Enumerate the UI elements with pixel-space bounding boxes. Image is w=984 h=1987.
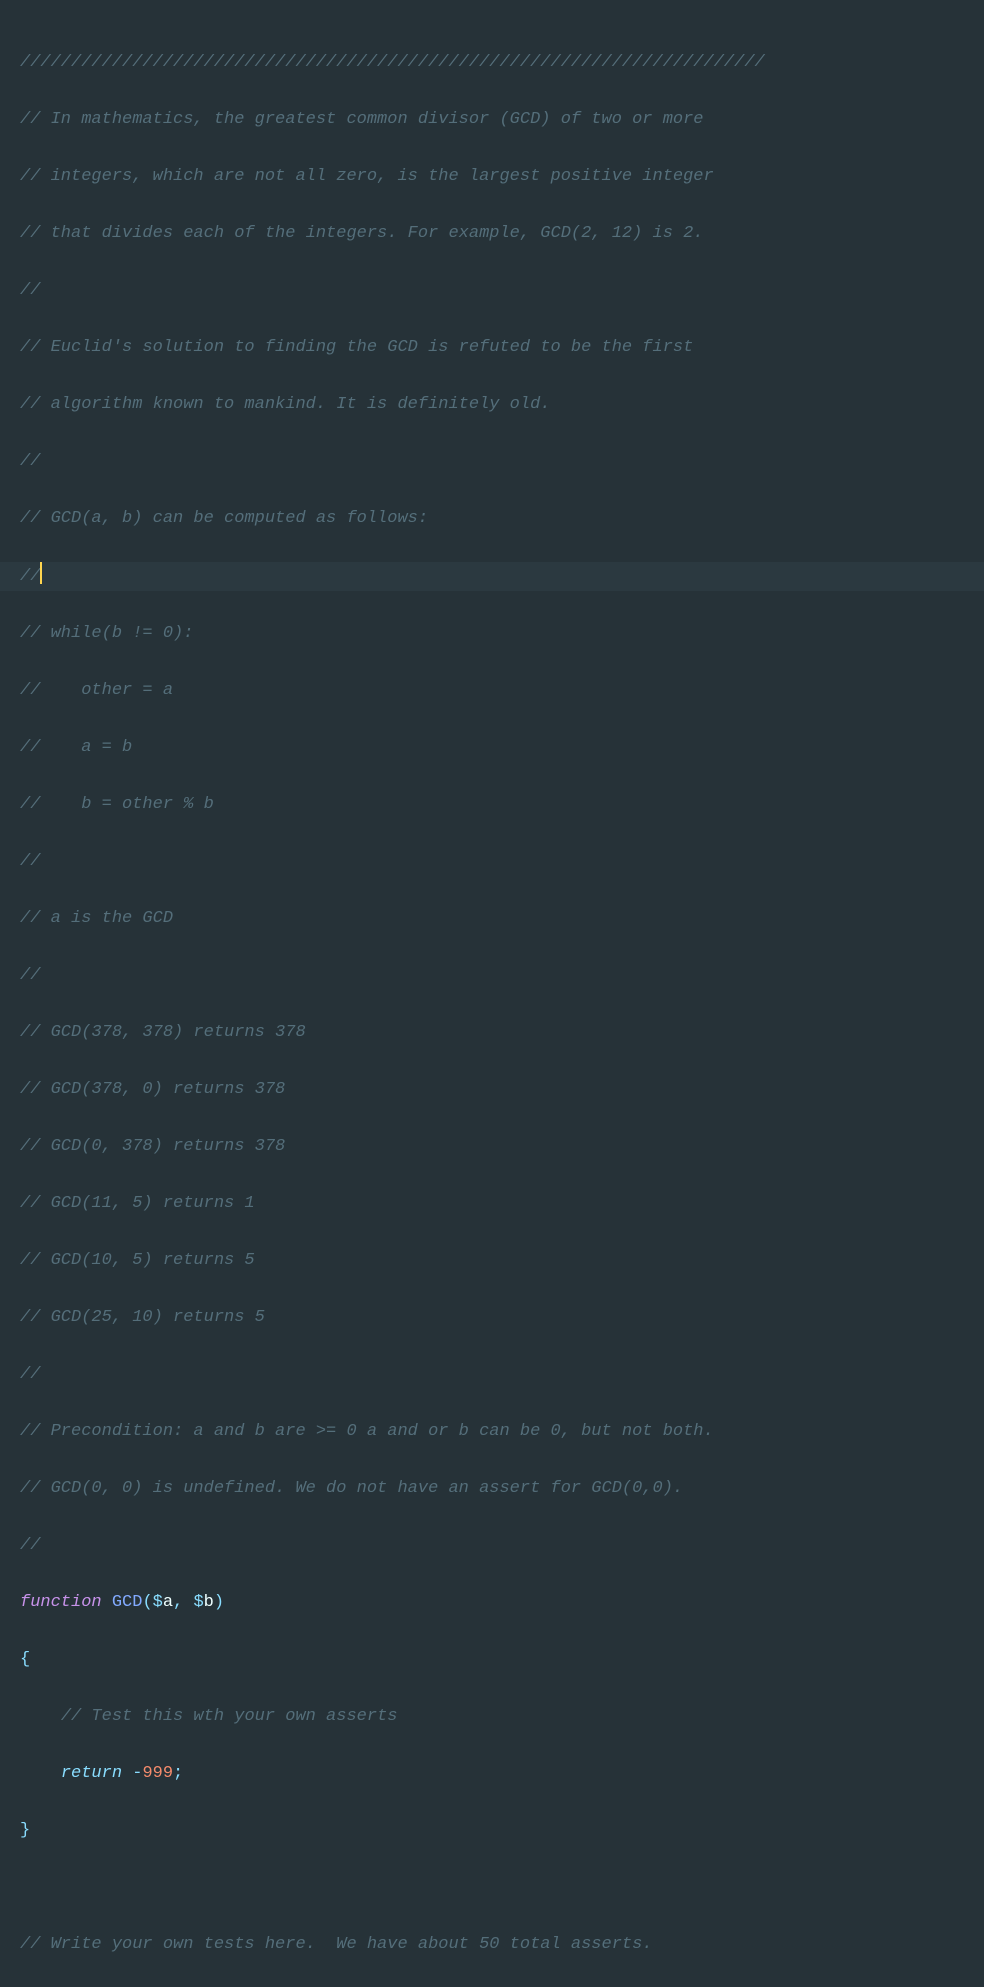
brace-close-line: }	[20, 1817, 984, 1846]
param-b: b	[204, 1593, 214, 1612]
return-line: return -999;	[20, 1760, 984, 1789]
current-line: //	[0, 562, 984, 592]
blank-line	[20, 1874, 984, 1903]
text-cursor	[40, 562, 42, 584]
brace-open: {	[20, 1650, 30, 1669]
comment-line: // a is the GCD	[20, 905, 984, 934]
comment-line: // Precondition: a and b are >= 0 a and …	[20, 1418, 984, 1447]
comment-line: // GCD(10, 5) returns 5	[20, 1247, 984, 1276]
keyword-return: return	[61, 1764, 122, 1783]
comment-text: // Test this wth your own asserts	[61, 1707, 398, 1726]
var-sigil: $	[153, 1593, 163, 1612]
comment-line: // algorithm known to mankind. It is def…	[20, 391, 984, 420]
comment-line: // GCD(378, 0) returns 378	[20, 1076, 984, 1105]
paren-open: (	[142, 1593, 152, 1612]
comment-line: // a = b	[20, 734, 984, 763]
comment-line: // GCD(0, 0) is undefined. We do not hav…	[20, 1475, 984, 1504]
comment-line: // GCD(25, 10) returns 5	[20, 1304, 984, 1333]
comma: ,	[173, 1593, 183, 1612]
keyword-function: function	[20, 1593, 102, 1612]
comment-line: //	[20, 448, 984, 477]
comment-line: // In mathematics, the greatest common d…	[20, 106, 984, 135]
comment-line: // GCD(378, 378) returns 378	[20, 1019, 984, 1048]
comment-line: ////////////////////////////////////////…	[20, 49, 984, 78]
comment-line: //	[20, 277, 984, 306]
brace-close: }	[20, 1821, 30, 1840]
comment-line: // b = other % b	[20, 791, 984, 820]
comment-line: //	[20, 962, 984, 991]
comment-line: // GCD(0, 378) returns 378	[20, 1133, 984, 1162]
brace-open-line: {	[20, 1646, 984, 1675]
minus-sign: -	[132, 1764, 142, 1783]
number-literal: 999	[142, 1764, 173, 1783]
function-declaration-line: function GCD($a, $b)	[20, 1589, 984, 1618]
comment-line: //	[20, 1361, 984, 1390]
comment-line: // Euclid's solution to finding the GCD …	[20, 334, 984, 363]
comment-line: // other = a	[20, 677, 984, 706]
semicolon: ;	[173, 1764, 183, 1783]
comment-text: //	[20, 567, 40, 586]
comment-line: // GCD(11, 5) returns 1	[20, 1190, 984, 1219]
paren-close: )	[214, 1593, 224, 1612]
param-a: a	[163, 1593, 173, 1612]
code-editor[interactable]: ////////////////////////////////////////…	[20, 20, 984, 1987]
inner-comment-line: // Test this wth your own asserts	[20, 1703, 984, 1732]
function-name: GCD	[112, 1593, 143, 1612]
comment-line: // integers, which are not all zero, is …	[20, 163, 984, 192]
comment-line: // that divides each of the integers. Fo…	[20, 220, 984, 249]
comment-line: // while(b != 0):	[20, 620, 984, 649]
var-sigil: $	[193, 1593, 203, 1612]
comment-line: // Write your own tests here. We have ab…	[20, 1931, 984, 1960]
comment-line: // GCD(a, b) can be computed as follows:	[20, 505, 984, 534]
comment-line: //	[20, 1532, 984, 1561]
comment-line: //	[20, 848, 984, 877]
